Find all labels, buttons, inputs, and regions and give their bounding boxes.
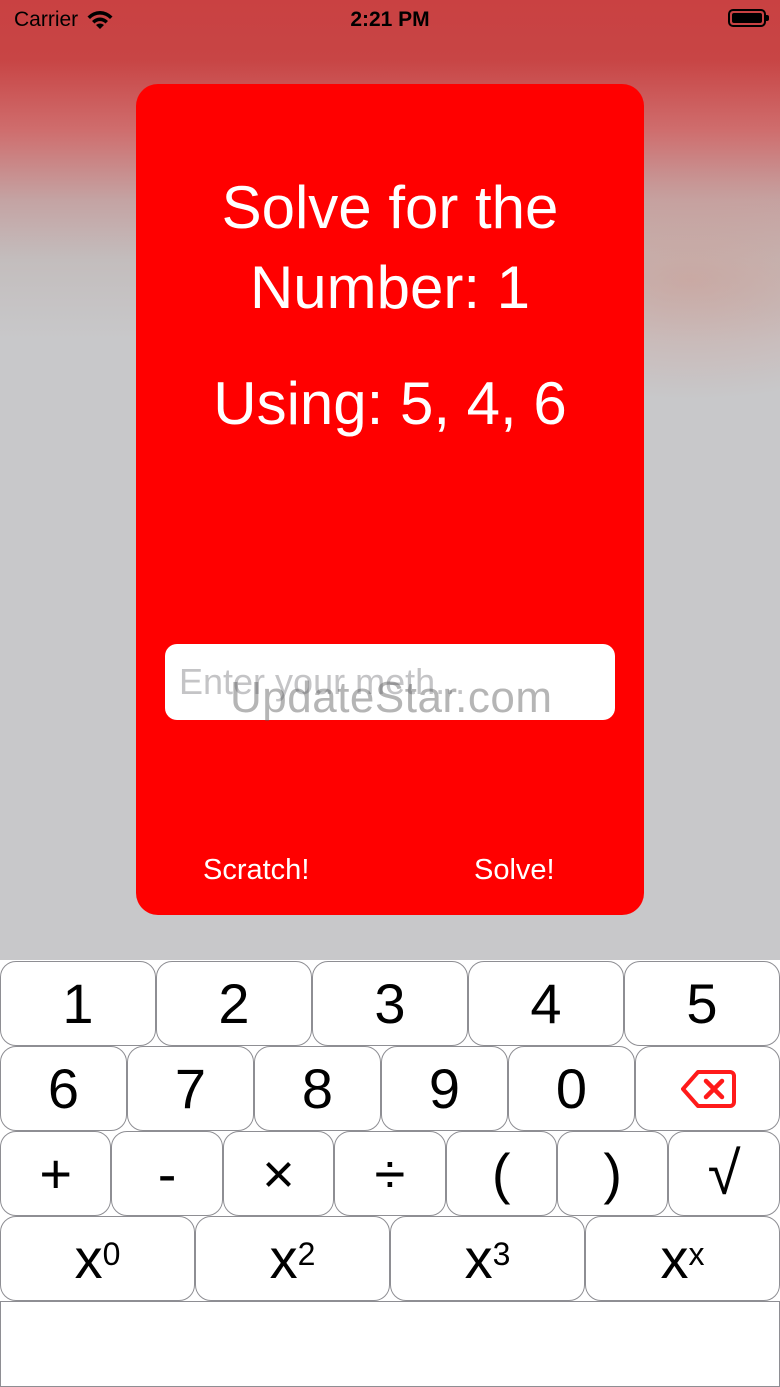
backspace-icon bbox=[680, 1069, 736, 1108]
key-0[interactable]: 0 bbox=[508, 1046, 635, 1131]
key-power-3[interactable]: x3 bbox=[390, 1216, 585, 1301]
key-power-2-exp: 2 bbox=[297, 1236, 316, 1272]
key-power-x-exp: x bbox=[688, 1236, 705, 1272]
puzzle-title-line1: Solve for the bbox=[221, 174, 559, 241]
math-keyboard: 1 2 3 4 5 6 7 8 9 0 + - × ÷ ( ) √ x0 x2 bbox=[0, 960, 780, 1387]
keyboard-row-2: 6 7 8 9 0 bbox=[0, 1046, 780, 1131]
key-9[interactable]: 9 bbox=[381, 1046, 508, 1131]
key-close-paren[interactable]: ) bbox=[556, 1131, 669, 1216]
keyboard-row-1: 1 2 3 4 5 bbox=[0, 961, 780, 1046]
status-time: 2:21 PM bbox=[350, 8, 430, 31]
scratch-button[interactable]: Scratch! bbox=[203, 854, 309, 887]
keyboard-row-4: x0 x2 x3 xx bbox=[0, 1216, 780, 1301]
status-bar: Carrier 2:21 PM bbox=[0, 0, 780, 40]
key-3[interactable]: 3 bbox=[312, 961, 468, 1046]
keyboard-bottom-bar bbox=[0, 1301, 780, 1387]
key-power-0[interactable]: x0 bbox=[0, 1216, 195, 1301]
key-minus[interactable]: - bbox=[111, 1131, 223, 1216]
solve-button[interactable]: Solve! bbox=[474, 854, 555, 887]
key-power-x-base: x bbox=[660, 1227, 689, 1290]
method-input-wrapper bbox=[165, 644, 615, 720]
using-numbers: Using: 5, 4, 6 bbox=[213, 370, 567, 437]
key-multiply[interactable]: × bbox=[222, 1131, 335, 1216]
key-open-paren[interactable]: ( bbox=[445, 1131, 557, 1216]
key-power-x[interactable]: xx bbox=[585, 1216, 780, 1301]
key-power-2[interactable]: x2 bbox=[195, 1216, 390, 1301]
puzzle-card: Solve for the Number: 1 Using: 5, 4, 6 S… bbox=[136, 84, 644, 915]
key-divide[interactable]: ÷ bbox=[334, 1131, 446, 1216]
battery-icon bbox=[728, 9, 769, 27]
key-7[interactable]: 7 bbox=[127, 1046, 254, 1131]
key-sqrt[interactable]: √ bbox=[668, 1131, 780, 1216]
puzzle-title-line2: Number: 1 bbox=[249, 254, 531, 321]
key-8[interactable]: 8 bbox=[254, 1046, 381, 1131]
key-power-0-base: x bbox=[74, 1227, 103, 1290]
key-plus[interactable]: + bbox=[0, 1131, 112, 1216]
key-1[interactable]: 1 bbox=[0, 961, 156, 1046]
key-2[interactable]: 2 bbox=[156, 961, 312, 1046]
key-5[interactable]: 5 bbox=[624, 961, 780, 1046]
key-6[interactable]: 6 bbox=[0, 1046, 127, 1131]
key-power-3-exp: 3 bbox=[492, 1236, 511, 1272]
key-power-0-exp: 0 bbox=[102, 1236, 121, 1272]
key-power-2-base: x bbox=[269, 1227, 298, 1290]
key-power-3-base: x bbox=[464, 1227, 493, 1290]
method-input[interactable] bbox=[165, 644, 615, 720]
key-4[interactable]: 4 bbox=[468, 961, 624, 1046]
keyboard-row-3: + - × ÷ ( ) √ bbox=[0, 1131, 780, 1216]
backspace-key[interactable] bbox=[635, 1046, 780, 1131]
